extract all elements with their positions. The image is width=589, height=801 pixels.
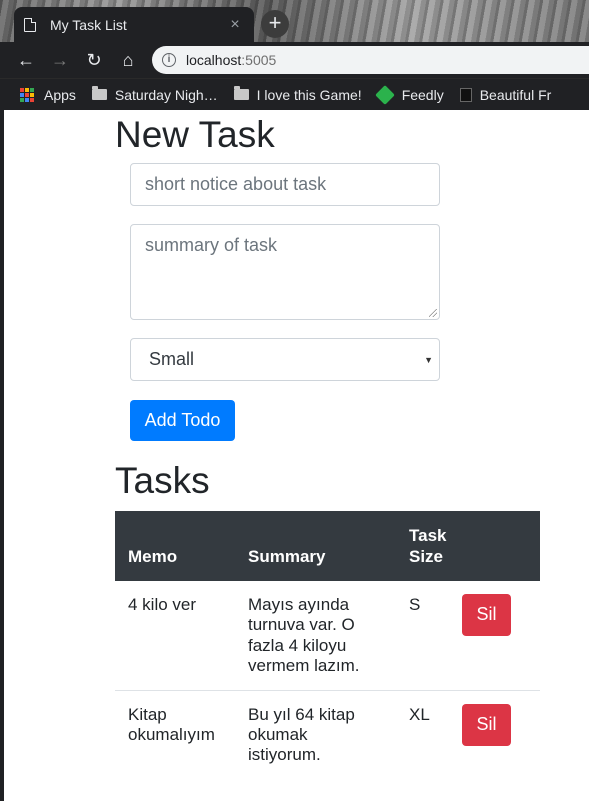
bookmark-feedly[interactable]: Feedly: [374, 84, 444, 105]
column-header-task-size: Task Size: [409, 525, 447, 566]
reload-icon[interactable]: ↻: [82, 48, 106, 72]
bookmark-label: Saturday Nigh…: [114, 86, 218, 103]
url-port: :5005: [241, 52, 277, 68]
memo-input[interactable]: short notice about task: [130, 163, 440, 206]
bookmark-i-love-this-game[interactable]: I love this Game!: [233, 86, 362, 103]
task-size: S: [409, 595, 421, 614]
tab-title: My Task List: [50, 16, 127, 33]
table-row: Kitap okumalıyım Bu yıl 64 kitap okumak …: [115, 689, 540, 779]
column-header-action: [462, 511, 540, 581]
bookmark-label: I love this Game!: [256, 86, 362, 103]
info-icon[interactable]: i: [162, 53, 176, 67]
resize-handle-icon[interactable]: [429, 309, 437, 317]
bookmark-label: Apps: [44, 86, 76, 103]
bookmark-apps[interactable]: Apps: [20, 87, 76, 103]
apps-grid-icon: [20, 87, 34, 102]
bookmarks-bar: Apps Saturday Nigh… I love this Game! Fe…: [0, 78, 589, 110]
task-summary: Mayıs ayında turnuva var. O fazla 4 kilo…: [248, 595, 360, 676]
window-border: [0, 110, 4, 801]
tasks-heading: Tasks: [115, 460, 210, 501]
column-header-summary: Summary: [248, 546, 326, 566]
bookmark-label: Feedly: [401, 86, 444, 103]
folder-icon: [91, 86, 107, 100]
summary-placeholder: summary of task: [145, 235, 278, 255]
task-memo: 4 kilo ver: [128, 595, 197, 614]
summary-textarea[interactable]: summary of task: [130, 224, 440, 320]
table-header-row: Memo Summary Task Size: [115, 511, 540, 581]
table-row: 4 kilo ver Mayıs ayında turnuva var. O f…: [115, 581, 540, 690]
close-tab-icon[interactable]: ×: [226, 16, 244, 34]
new-task-heading: New Task: [115, 114, 275, 155]
task-summary: Bu yıl 64 kitap okumak istiyorum.: [235, 689, 396, 779]
column-header-memo: Memo: [128, 546, 178, 566]
tab-strip: My Task List × +: [0, 0, 589, 42]
task-size-select[interactable]: Small ▼: [130, 338, 440, 381]
folder-icon: [233, 86, 249, 100]
back-arrow-icon[interactable]: ←: [14, 48, 38, 72]
delete-task-button[interactable]: Sil: [462, 594, 511, 636]
forward-arrow-icon[interactable]: →: [48, 48, 72, 72]
address-bar[interactable]: i localhost:5005: [152, 46, 589, 74]
task-size-value: Small: [149, 349, 195, 369]
bookmark-saturday-night[interactable]: Saturday Nigh…: [91, 86, 218, 103]
bookmark-label: Beautiful Fr: [479, 86, 552, 103]
bookmark-favicon: [459, 87, 472, 102]
delete-task-button[interactable]: Sil: [462, 703, 511, 746]
feedly-icon: [374, 84, 395, 105]
url-host: localhost: [186, 52, 242, 68]
bookmark-beautiful[interactable]: Beautiful Fr: [459, 86, 552, 103]
task-size: XL: [396, 689, 462, 779]
dropdown-caret-icon: ▼: [424, 355, 433, 365]
task-action-cell: Sil: [462, 689, 540, 779]
new-tab-button[interactable]: +: [261, 10, 289, 38]
page-icon: [24, 17, 36, 32]
task-action-cell: Sil: [462, 581, 540, 690]
tasks-table: Memo Summary Task Size 4 kilo ver Mayıs …: [115, 511, 540, 779]
browser-tab[interactable]: My Task List ×: [14, 7, 254, 42]
home-icon[interactable]: ⌂: [116, 48, 140, 72]
browser-toolbar: ← → ↻ ⌂ i localhost:5005: [0, 42, 589, 78]
task-memo: Kitap okumalıyım: [115, 689, 235, 779]
add-todo-button[interactable]: Add Todo: [130, 400, 235, 441]
